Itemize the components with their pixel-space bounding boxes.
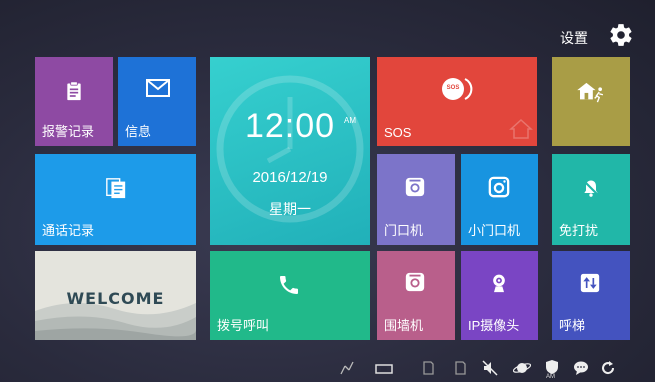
tile-welcome[interactable]: WELCOME bbox=[35, 251, 196, 340]
tile-label-wall-station: 围墙机 bbox=[384, 318, 424, 333]
tile-elevator[interactable]: 呼梯 bbox=[552, 251, 630, 340]
clock-time: 12:00 bbox=[244, 107, 336, 145]
settings-label[interactable]: 设置 bbox=[560, 28, 588, 48]
clock-date: 2016/12/19 bbox=[252, 169, 328, 186]
phone-icon bbox=[280, 276, 298, 294]
tile-messages[interactable]: 信息 bbox=[118, 57, 196, 146]
tile-call-log[interactable]: 通话记录 bbox=[35, 154, 196, 245]
house-watermark-icon bbox=[509, 118, 533, 139]
shield-icon bbox=[546, 360, 558, 374]
tile-small-door-station[interactable]: 小门口机 bbox=[461, 154, 538, 245]
signal-icon bbox=[340, 361, 354, 375]
gear-icon[interactable] bbox=[608, 22, 634, 48]
tile-label-call-log: 通话记录 bbox=[42, 223, 95, 238]
clock-ampm: AM bbox=[344, 116, 356, 125]
tile-alarm-log[interactable]: 报警记录 bbox=[35, 57, 113, 146]
clock-tile: 12:00 AM 2016/12/19 星期一 bbox=[210, 57, 370, 245]
tile-dnd[interactable]: 免打扰 bbox=[552, 154, 630, 245]
tile-ip-camera[interactable]: IP摄像头 bbox=[461, 251, 538, 340]
sd-card-icon bbox=[423, 361, 434, 375]
tile-label-dnd: 免打扰 bbox=[559, 223, 599, 238]
house-running-icon bbox=[577, 82, 604, 103]
clipboard-icon bbox=[67, 81, 81, 101]
tile-label-sos: SOS bbox=[384, 125, 412, 140]
clock-weekday: 星期一 bbox=[269, 201, 311, 217]
bell-off-icon bbox=[582, 179, 600, 197]
tile-dial[interactable]: 拨号呼叫 bbox=[210, 251, 370, 340]
tile-label-elevator: 呼梯 bbox=[559, 318, 586, 333]
tile-label-door-station: 门口机 bbox=[384, 223, 424, 238]
status-am-label: AM bbox=[546, 374, 555, 380]
mute-icon bbox=[482, 360, 498, 376]
tile-label-ip-camera: IP摄像头 bbox=[468, 318, 520, 333]
camera-icon bbox=[405, 272, 425, 292]
planet-icon bbox=[513, 363, 531, 373]
chat-bubble-icon bbox=[574, 361, 588, 375]
ethernet-icon bbox=[375, 364, 393, 374]
webcam-icon bbox=[493, 274, 505, 293]
document-icon bbox=[106, 178, 126, 199]
tile-wall-station[interactable]: 围墙机 bbox=[377, 251, 455, 340]
tile-label-alarm-log: 报警记录 bbox=[42, 124, 95, 139]
tile-label-messages: 信息 bbox=[125, 124, 152, 139]
welcome-text: WELCOME bbox=[66, 289, 165, 308]
camera-icon bbox=[405, 177, 425, 197]
sd-card-icon bbox=[455, 361, 466, 375]
tile-leave-home[interactable] bbox=[552, 57, 630, 146]
tile-sos[interactable]: SOS SOS bbox=[377, 57, 537, 146]
refresh-icon bbox=[602, 361, 615, 375]
tile-door-station[interactable]: 门口机 bbox=[377, 154, 455, 245]
tile-label-small-door-station: 小门口机 bbox=[468, 223, 521, 238]
tile-label-dial: 拨号呼叫 bbox=[217, 318, 270, 333]
envelope-icon bbox=[146, 79, 170, 97]
camera-icon bbox=[488, 176, 510, 198]
sos-badge-text: SOS bbox=[446, 85, 460, 91]
elevator-icon bbox=[580, 273, 600, 293]
